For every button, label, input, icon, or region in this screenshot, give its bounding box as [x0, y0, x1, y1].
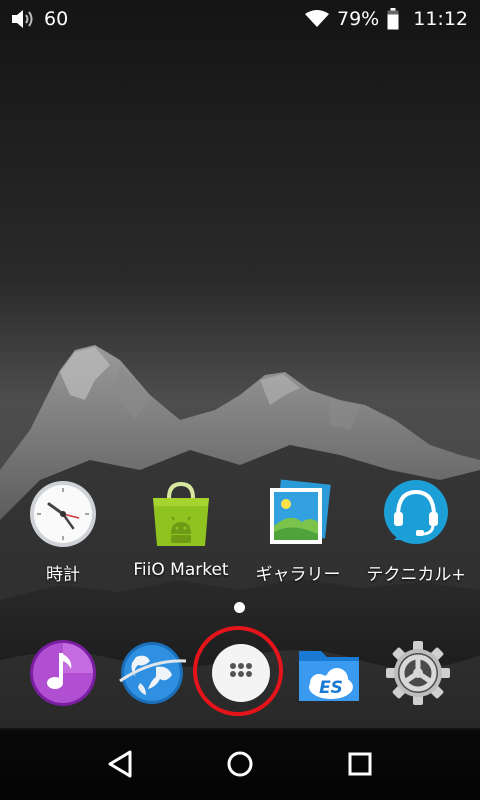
gallery-icon [262, 478, 334, 550]
home-screen: 60 79% 11:12 時計 FiiO Market ギャラリー テクニカル+… [0, 0, 480, 800]
app-label-gallery: ギャラリー [255, 565, 341, 585]
nav-back-button[interactable] [100, 746, 140, 782]
nav-home-button[interactable] [220, 746, 260, 782]
dock-es-file-explorer[interactable]: ES [293, 637, 365, 709]
app-label-technical-support: テクニカル+ [366, 565, 466, 585]
volume-icon [10, 8, 36, 30]
page-indicator-dot [234, 602, 245, 613]
battery-percent: 79% [337, 8, 380, 30]
navigation-bar [0, 728, 480, 800]
app-technical-support[interactable]: テクニカル+ [356, 478, 476, 585]
volume-level: 60 [44, 8, 69, 30]
recents-icon [340, 752, 380, 786]
clock-time: 11:12 [413, 8, 468, 30]
es-file-explorer-icon: ES [293, 651, 365, 713]
dock-settings-app[interactable] [382, 637, 454, 709]
music-icon [27, 640, 99, 713]
browser-globe-icon [116, 642, 188, 713]
settings-gear-icon [382, 641, 454, 713]
home-app-row: 時計 FiiO Market ギャラリー テクニカル+ [0, 478, 480, 588]
dock-browser-app[interactable] [116, 637, 188, 709]
app-label-fiio-market: FiiO Market [133, 560, 229, 580]
app-gallery[interactable]: ギャラリー [238, 478, 358, 585]
battery-icon [387, 8, 399, 30]
wifi-icon [305, 10, 329, 28]
app-clock[interactable]: 時計 [3, 478, 123, 585]
status-right: 79% 11:12 [305, 8, 468, 30]
app-label-clock: 時計 [46, 565, 80, 585]
dock-music-app[interactable] [27, 637, 99, 709]
nav-recents-button[interactable] [340, 746, 380, 782]
status-bar: 60 79% 11:12 [0, 0, 480, 40]
app-fiio-market[interactable]: FiiO Market [121, 478, 241, 580]
svg-text:ES: ES [319, 678, 343, 698]
home-icon [220, 751, 260, 786]
status-left: 60 [10, 8, 68, 30]
back-icon [100, 750, 140, 786]
app-drawer-highlight-circle [193, 626, 283, 716]
clock-icon [27, 478, 99, 550]
headset-support-icon [380, 478, 452, 550]
market-bag-icon [145, 478, 217, 550]
